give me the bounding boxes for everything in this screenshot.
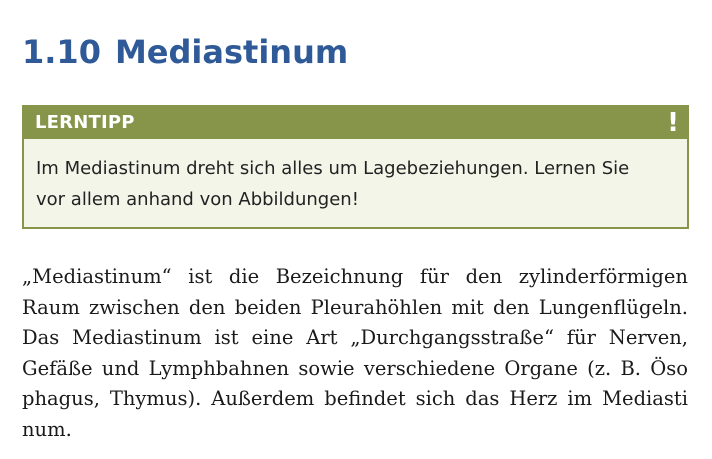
- paragraph-line: Raum zwischen den beiden Pleurahöhlen mi…: [22, 295, 688, 319]
- section-title: Mediastinum: [114, 33, 349, 71]
- learning-tip-box: LERNTIPP ! Im Mediastinum dreht sich all…: [22, 105, 689, 229]
- paragraph-line: „Mediastinum“ ist die Bezeichnung für de…: [22, 265, 688, 288]
- body-paragraph: „Mediastinum“ ist die Bezeichnung für de…: [22, 262, 688, 445]
- paragraph-line: num.: [22, 417, 72, 441]
- learning-tip-title: LERNTIPP: [35, 112, 135, 133]
- learning-tip-header: LERNTIPP !: [24, 107, 687, 139]
- learning-tip-line: Im Mediastinum dreht sich alles um Lageb…: [36, 158, 630, 179]
- paragraph-line: phagus, Thymus). Außerdem befindet sich …: [22, 387, 688, 410]
- section-heading: 1.10 Mediastinum: [22, 30, 348, 74]
- exclamation-icon: !: [667, 108, 679, 138]
- paragraph-line: Das Mediastinum ist eine Art „Durchgangs…: [22, 326, 688, 349]
- learning-tip-text: Im Mediastinum dreht sich alles um Lageb…: [36, 153, 676, 215]
- section-number: 1.10: [22, 33, 101, 71]
- paragraph-line: Gefäße und Lymphbahnen sowie verschieden…: [22, 356, 688, 380]
- learning-tip-line: vor allem anhand von Abbildungen!: [36, 189, 359, 210]
